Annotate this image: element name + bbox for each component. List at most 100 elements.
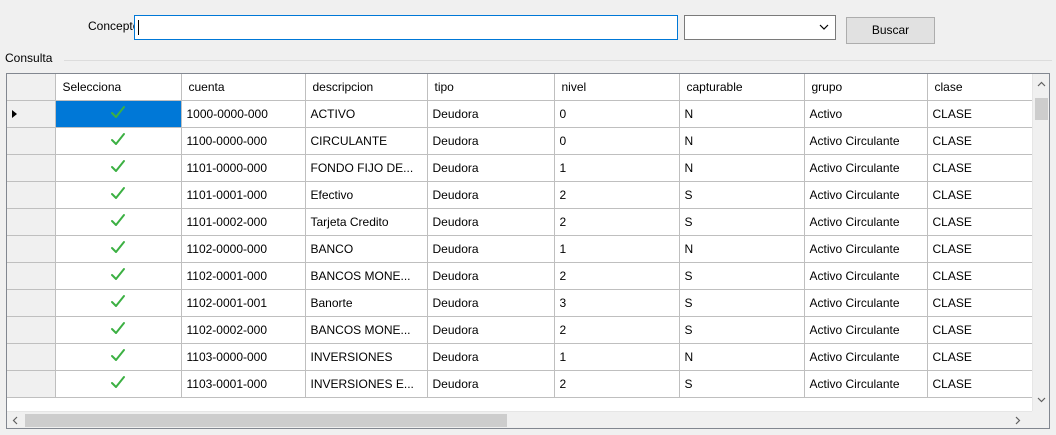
selecciona-cell[interactable] <box>54 369 182 398</box>
buscar-button[interactable]: Buscar <box>846 17 935 44</box>
nivel-cell[interactable]: 1 <box>553 342 680 371</box>
row-header[interactable] <box>7 207 56 236</box>
descripcion-cell[interactable]: CIRCULANTE <box>304 126 428 155</box>
descripcion-cell[interactable]: Tarjeta Credito <box>304 207 428 236</box>
grupo-cell[interactable]: Activo Circulante <box>803 261 928 290</box>
table-row[interactable]: 1102-0000-000 BANCO Deudora 1 N Activo Circul… <box>7 234 1033 263</box>
nivel-cell[interactable]: 2 <box>553 261 680 290</box>
clase-cell[interactable]: CLASE <box>926 180 1033 209</box>
grupo-cell[interactable]: Activo Circulante <box>803 342 928 371</box>
tipo-cell[interactable]: Deudora <box>426 234 555 263</box>
clase-cell[interactable]: CLASE <box>926 153 1033 182</box>
row-header[interactable] <box>7 315 56 344</box>
selecciona-cell[interactable] <box>54 234 182 263</box>
tipo-cell[interactable]: Deudora <box>426 288 555 317</box>
column-header-capturable[interactable]: capturable <box>678 74 805 101</box>
descripcion-cell[interactable]: BANCOS MONE... <box>304 315 428 344</box>
tipo-cell[interactable]: Deudora <box>426 342 555 371</box>
table-row[interactable]: 1102-0001-001 Banorte Deudora 3 S Activo Circ… <box>7 288 1033 317</box>
grupo-cell[interactable]: Activo Circulante <box>803 369 928 398</box>
horizontal-scrollbar[interactable] <box>7 411 1049 428</box>
column-header-nivel[interactable]: nivel <box>553 74 680 101</box>
descripcion-cell[interactable]: Banorte <box>304 288 428 317</box>
grupo-cell[interactable]: Activo Circulante <box>803 207 928 236</box>
nivel-cell[interactable]: 1 <box>553 153 680 182</box>
cuenta-cell[interactable]: 1100-0000-000 <box>180 126 306 155</box>
tipo-cell[interactable]: Deudora <box>426 126 555 155</box>
cuenta-cell[interactable]: 1103-0001-000 <box>180 369 306 398</box>
descripcion-cell[interactable]: INVERSIONES E... <box>304 369 428 398</box>
selecciona-cell[interactable] <box>54 342 182 371</box>
row-header[interactable] <box>7 342 56 371</box>
row-header[interactable] <box>7 369 56 398</box>
cuenta-cell[interactable]: 1101-0000-000 <box>180 153 306 182</box>
grupo-cell[interactable]: Activo Circulante <box>803 234 928 263</box>
selecciona-cell[interactable] <box>54 288 182 317</box>
column-header-selecciona[interactable]: Selecciona <box>54 74 182 101</box>
capturable-cell[interactable]: N <box>678 126 805 155</box>
descripcion-cell[interactable]: BANCO <box>304 234 428 263</box>
clase-cell[interactable]: CLASE <box>926 369 1033 398</box>
tipo-cell[interactable]: Deudora <box>426 315 555 344</box>
selecciona-cell[interactable] <box>54 180 182 209</box>
grupo-cell[interactable]: Activo Circulante <box>803 288 928 317</box>
cuenta-cell[interactable]: 1101-0002-000 <box>180 207 306 236</box>
clase-cell[interactable]: CLASE <box>926 261 1033 290</box>
capturable-cell[interactable]: S <box>678 261 805 290</box>
row-header[interactable] <box>7 234 56 263</box>
descripcion-cell[interactable]: ACTIVO <box>304 99 428 128</box>
cuenta-cell[interactable]: 1102-0002-000 <box>180 315 306 344</box>
capturable-cell[interactable]: S <box>678 315 805 344</box>
descripcion-cell[interactable]: Efectivo <box>304 180 428 209</box>
row-header[interactable] <box>7 126 56 155</box>
clase-cell[interactable]: CLASE <box>926 234 1033 263</box>
cuenta-cell[interactable]: 1101-0001-000 <box>180 180 306 209</box>
table-row[interactable]: 1102-0001-000 BANCOS MONE... Deudora 2 S Acti… <box>7 261 1033 290</box>
scroll-up-arrow-icon[interactable] <box>1037 81 1046 87</box>
vertical-scrollbar[interactable] <box>1032 74 1049 411</box>
concepto-input[interactable] <box>134 15 678 40</box>
grupo-cell[interactable]: Activo Circulante <box>803 315 928 344</box>
scroll-right-arrow-icon[interactable] <box>1015 416 1021 425</box>
nivel-cell[interactable]: 0 <box>553 126 680 155</box>
column-header-clase[interactable]: clase <box>926 74 1033 101</box>
capturable-cell[interactable]: N <box>678 99 805 128</box>
cuenta-cell[interactable]: 1102-0001-001 <box>180 288 306 317</box>
grupo-cell[interactable]: Activo Circulante <box>803 180 928 209</box>
table-row[interactable]: 1101-0002-000 Tarjeta Credito Deudora 2 S Act… <box>7 207 1033 236</box>
capturable-cell[interactable]: S <box>678 180 805 209</box>
vertical-scroll-thumb[interactable] <box>1035 98 1048 120</box>
cuenta-cell[interactable]: 1102-0001-000 <box>180 261 306 290</box>
selecciona-cell[interactable] <box>54 126 182 155</box>
nivel-cell[interactable]: 3 <box>553 288 680 317</box>
descripcion-cell[interactable]: FONDO FIJO DE... <box>304 153 428 182</box>
row-header[interactable] <box>7 99 56 128</box>
capturable-cell[interactable]: S <box>678 288 805 317</box>
filter-combobox[interactable] <box>684 15 836 40</box>
column-header-grupo[interactable]: grupo <box>803 74 928 101</box>
table-row[interactable]: 1103-0001-000 INVERSIONES E... Deudora 2 S Ac… <box>7 369 1033 398</box>
cuenta-cell[interactable]: 1102-0000-000 <box>180 234 306 263</box>
column-header-cuenta[interactable]: cuenta <box>180 74 306 101</box>
descripcion-cell[interactable]: INVERSIONES <box>304 342 428 371</box>
table-row[interactable]: 1102-0002-000 BANCOS MONE... Deudora 2 S Acti… <box>7 315 1033 344</box>
capturable-cell[interactable]: S <box>678 207 805 236</box>
selecciona-cell[interactable] <box>54 315 182 344</box>
capturable-cell[interactable]: S <box>678 369 805 398</box>
tipo-cell[interactable]: Deudora <box>426 207 555 236</box>
results-grid[interactable]: Selecciona cuenta descripcion tipo nivel… <box>6 73 1050 429</box>
grupo-cell[interactable]: Activo Circulante <box>803 153 928 182</box>
nivel-cell[interactable]: 2 <box>553 207 680 236</box>
capturable-cell[interactable]: N <box>678 153 805 182</box>
row-header[interactable] <box>7 153 56 182</box>
clase-cell[interactable]: CLASE <box>926 126 1033 155</box>
row-header[interactable] <box>7 261 56 290</box>
selecciona-cell[interactable] <box>54 153 182 182</box>
table-row[interactable]: 1103-0000-000 INVERSIONES Deudora 1 N Activo … <box>7 342 1033 371</box>
column-header-tipo[interactable]: tipo <box>426 74 555 101</box>
table-row[interactable]: 1100-0000-000 CIRCULANTE Deudora 0 N Activo C… <box>7 126 1033 155</box>
clase-cell[interactable]: CLASE <box>926 315 1033 344</box>
table-row[interactable]: 1101-0000-000 FONDO FIJO DE... Deudora 1 N Ac… <box>7 153 1033 182</box>
descripcion-cell[interactable]: BANCOS MONE... <box>304 261 428 290</box>
nivel-cell[interactable]: 2 <box>553 180 680 209</box>
